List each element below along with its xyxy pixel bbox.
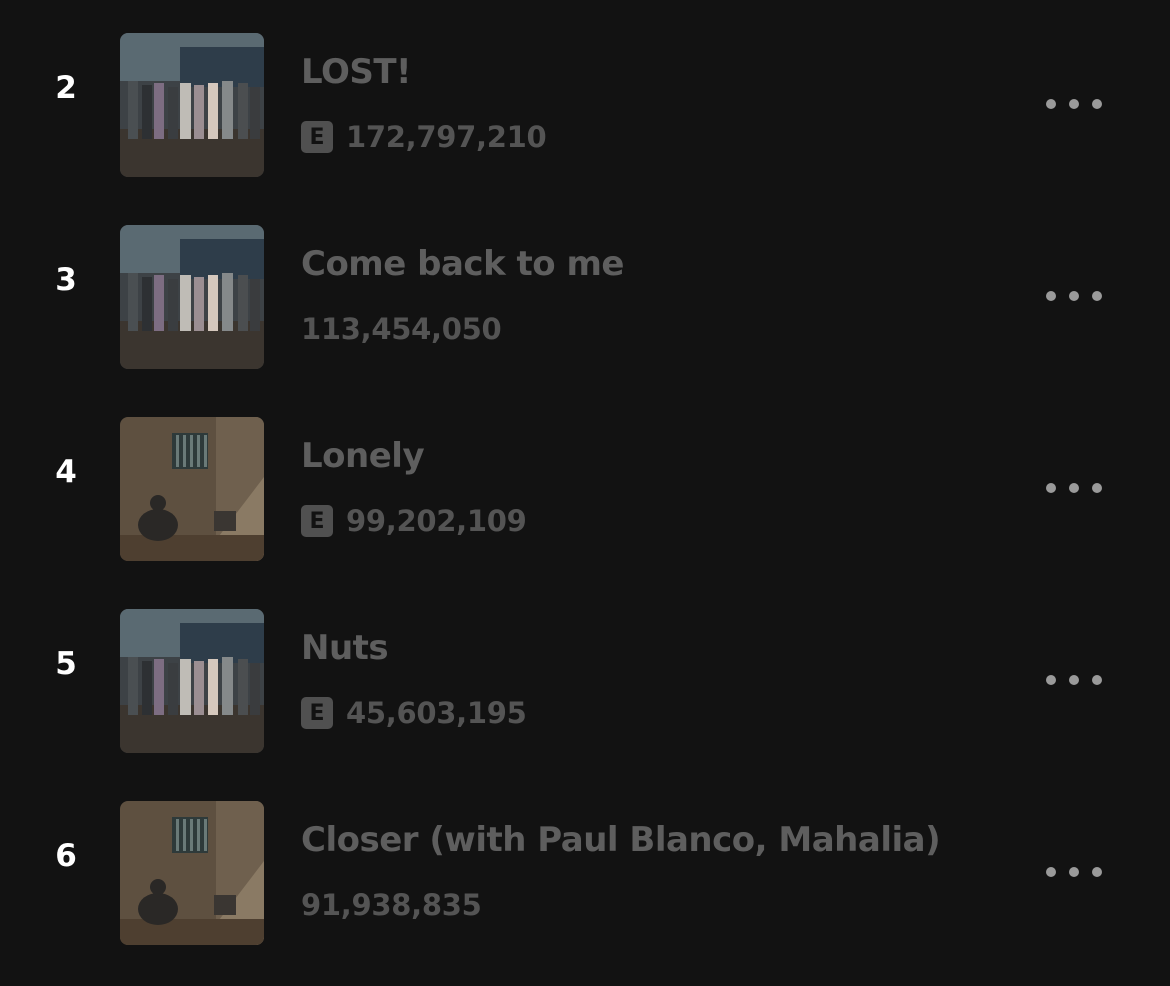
- track-row[interactable]: 4 Lonely E 99,202,109: [0, 384, 1170, 576]
- track-row[interactable]: 5 Nuts E 45,603,195: [0, 576, 1170, 768]
- dot: [1092, 291, 1102, 301]
- explicit-badge: E: [301, 121, 333, 153]
- play-count: 172,797,210: [346, 120, 547, 154]
- track-title[interactable]: Nuts: [301, 628, 389, 668]
- play-count: 99,202,109: [346, 504, 527, 538]
- play-count: 113,454,050: [301, 312, 502, 346]
- play-count: 91,938,835: [301, 888, 482, 922]
- album-cover: [120, 225, 264, 369]
- track-title[interactable]: Closer (with Paul Blanco, Mahalia): [301, 820, 941, 860]
- track-rank: 4: [55, 454, 77, 490]
- album-cover: [120, 801, 264, 945]
- play-count: 45,603,195: [346, 696, 527, 730]
- track-title[interactable]: Lonely: [301, 436, 425, 476]
- explicit-badge: E: [301, 697, 333, 729]
- track-meta: 113,454,050: [301, 308, 502, 350]
- track-rank: 3: [55, 262, 77, 298]
- more-options-icon[interactable]: [1036, 662, 1112, 698]
- track-list: 2 LOST! E 172,797,210 3 Come back to me …: [0, 0, 1170, 986]
- track-row[interactable]: 2 LOST! E 172,797,210: [0, 0, 1170, 192]
- dot: [1046, 483, 1056, 493]
- album-cover: [120, 609, 264, 753]
- track-title[interactable]: LOST!: [301, 52, 412, 92]
- track-meta: E 172,797,210: [301, 116, 547, 158]
- dot: [1069, 867, 1079, 877]
- more-options-icon[interactable]: [1036, 854, 1112, 890]
- track-meta: E 99,202,109: [301, 500, 527, 542]
- dot: [1069, 291, 1079, 301]
- more-options-icon[interactable]: [1036, 86, 1112, 122]
- dot: [1069, 99, 1079, 109]
- album-cover: [120, 33, 264, 177]
- explicit-badge: E: [301, 505, 333, 537]
- dot: [1069, 675, 1079, 685]
- dot: [1092, 867, 1102, 877]
- track-rank: 6: [55, 838, 77, 874]
- more-options-icon[interactable]: [1036, 278, 1112, 314]
- dot: [1092, 99, 1102, 109]
- dot: [1092, 675, 1102, 685]
- track-meta: 91,938,835: [301, 884, 482, 926]
- dot: [1092, 483, 1102, 493]
- track-row[interactable]: 3 Come back to me 113,454,050: [0, 192, 1170, 384]
- track-title[interactable]: Come back to me: [301, 244, 624, 284]
- dot: [1046, 291, 1056, 301]
- dot: [1046, 99, 1056, 109]
- track-rank: 5: [55, 646, 77, 682]
- track-row[interactable]: 6 Closer (with Paul Blanco, Mahalia) 91,…: [0, 768, 1170, 960]
- dot: [1046, 867, 1056, 877]
- album-cover: [120, 417, 264, 561]
- dot: [1046, 675, 1056, 685]
- track-meta: E 45,603,195: [301, 692, 527, 734]
- dot: [1069, 483, 1079, 493]
- track-rank: 2: [55, 70, 77, 106]
- more-options-icon[interactable]: [1036, 470, 1112, 506]
